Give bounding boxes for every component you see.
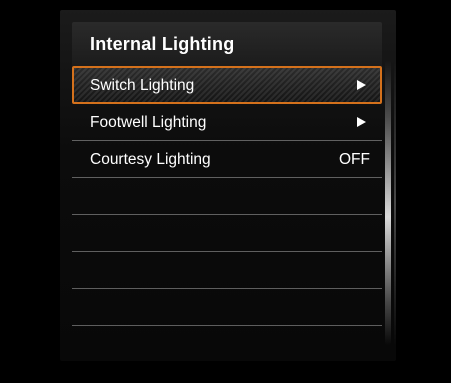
chevron-right-icon bbox=[357, 117, 366, 127]
menu-item-empty-4 bbox=[72, 289, 382, 326]
menu-item-label: Courtesy Lighting bbox=[90, 151, 211, 168]
menu-panel: Internal Lighting Switch Lighting Footwe… bbox=[60, 10, 396, 361]
scrollbar-track[interactable] bbox=[394, 60, 396, 345]
menu-item-value: OFF bbox=[339, 151, 370, 168]
menu-item-empty-1 bbox=[72, 178, 382, 215]
scrollbar-thumb[interactable] bbox=[385, 60, 391, 345]
menu-item-footwell-lighting[interactable]: Footwell Lighting bbox=[72, 104, 382, 141]
chevron-right-icon bbox=[357, 80, 366, 90]
menu-header: Internal Lighting bbox=[72, 22, 382, 66]
menu-item-switch-lighting[interactable]: Switch Lighting bbox=[72, 66, 382, 104]
menu-item-label: Footwell Lighting bbox=[90, 114, 207, 131]
menu-item-empty-2 bbox=[72, 215, 382, 252]
menu-item-label: Switch Lighting bbox=[90, 77, 195, 94]
menu-item-courtesy-lighting[interactable]: Courtesy Lighting OFF bbox=[72, 141, 382, 178]
menu-list: Switch Lighting Footwell Lighting Courte… bbox=[72, 66, 382, 326]
menu-title: Internal Lighting bbox=[90, 34, 235, 54]
screen: Internal Lighting Switch Lighting Footwe… bbox=[0, 0, 451, 383]
menu-item-empty-3 bbox=[72, 252, 382, 289]
